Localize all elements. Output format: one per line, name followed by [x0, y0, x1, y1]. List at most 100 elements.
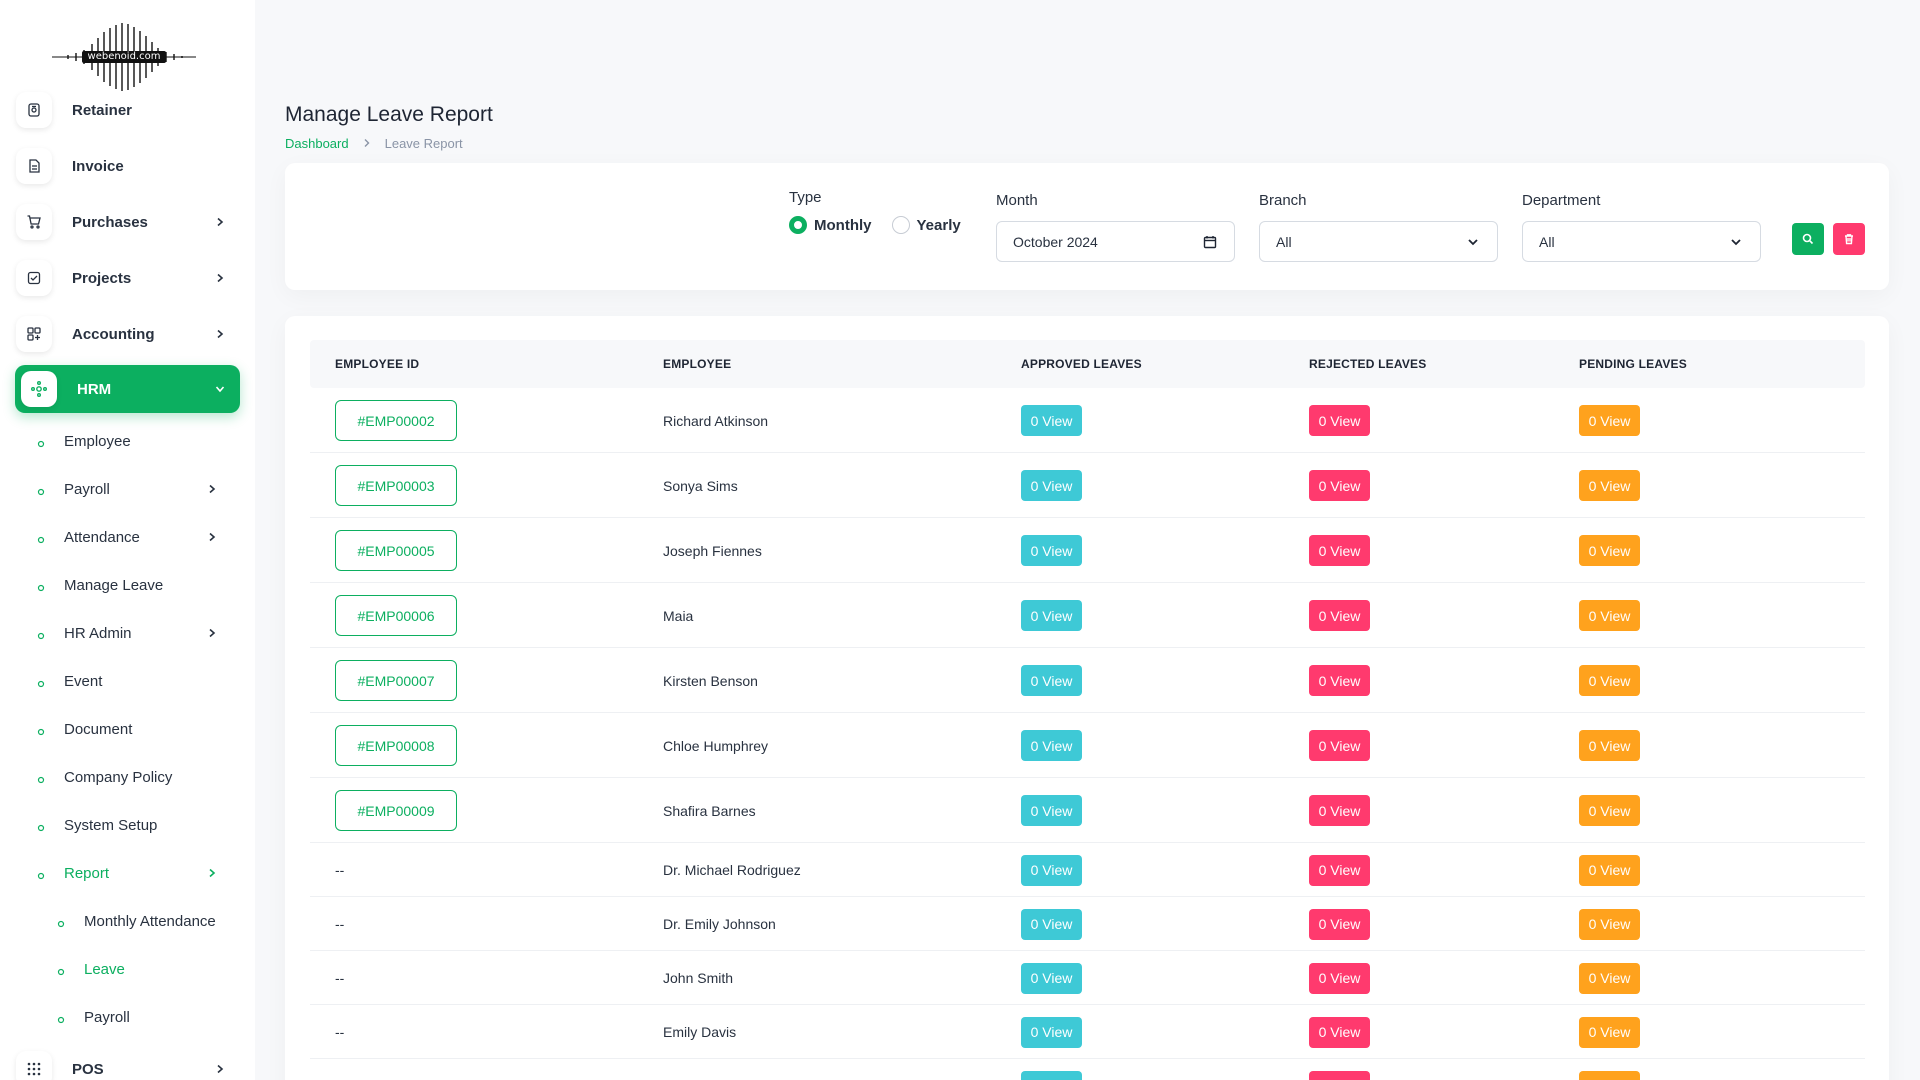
- radio-unchecked-icon[interactable]: [891, 216, 910, 234]
- sidebar-subitem-document[interactable]: Document: [36, 713, 236, 745]
- table-cell: --: [335, 951, 344, 1005]
- sidebar-item-invoice[interactable]: Invoice: [16, 143, 240, 189]
- table-cell: 0 View: [1579, 897, 1640, 951]
- sidebar-item-retainer[interactable]: Retainer: [16, 87, 240, 133]
- sidebar-subitem-payroll[interactable]: Payroll: [36, 473, 236, 505]
- page-title: Manage Leave Report: [285, 103, 493, 126]
- rejected-leaves-badge[interactable]: 0 View: [1309, 405, 1370, 436]
- sidebar-item-projects[interactable]: Projects: [16, 255, 240, 301]
- employee-id-button[interactable]: #EMP00009: [335, 790, 457, 831]
- table-row: -- Emily Davis 0 View 0 View 0 View: [310, 1005, 1865, 1059]
- radio-yearly[interactable]: Yearly: [891, 216, 961, 234]
- employee-id-text: --: [335, 916, 345, 932]
- sidebar-subitem-event[interactable]: Event: [36, 665, 236, 697]
- approved-leaves-badge[interactable]: 0 View: [1021, 962, 1082, 994]
- pending-leaves-badge[interactable]: 0 View: [1579, 600, 1640, 631]
- approved-leaves-badge[interactable]: 0 View: [1021, 600, 1082, 631]
- approved-leaves-badge[interactable]: [1021, 1071, 1082, 1080]
- column-header: REJECTED LEAVES: [1309, 357, 1427, 371]
- table-cell: 0 View: [1021, 778, 1082, 843]
- chevron-right-icon: [212, 214, 228, 230]
- pending-leaves-badge[interactable]: 0 View: [1579, 730, 1640, 761]
- sidebar-subitem-leave[interactable]: Leave: [56, 953, 236, 985]
- rejected-leaves-badge[interactable]: 0 View: [1309, 730, 1370, 761]
- table-cell: 0 View: [1021, 713, 1082, 778]
- approved-leaves-badge[interactable]: 0 View: [1021, 665, 1082, 696]
- rejected-leaves-badge[interactable]: 0 View: [1309, 908, 1370, 940]
- sidebar-item-pos[interactable]: POS: [16, 1046, 240, 1080]
- rejected-leaves-badge[interactable]: 0 View: [1309, 665, 1370, 696]
- calendar-icon[interactable]: [1202, 234, 1218, 250]
- rejected-leaves-badge[interactable]: 0 View: [1309, 600, 1370, 631]
- pending-leaves-badge[interactable]: 0 View: [1579, 908, 1640, 940]
- breadcrumb: Dashboard Leave Report: [285, 136, 463, 151]
- approved-leaves-badge[interactable]: 0 View: [1021, 405, 1082, 436]
- invoice-icon: [16, 148, 52, 184]
- employee-id-button[interactable]: #EMP00003: [335, 465, 457, 506]
- radio-monthly[interactable]: Monthly: [789, 216, 872, 234]
- sidebar-subitem-monthly-attendance[interactable]: Monthly Attendance: [56, 905, 236, 937]
- employee-id-button[interactable]: #EMP00007: [335, 660, 457, 701]
- pending-leaves-badge[interactable]: 0 View: [1579, 405, 1640, 436]
- approved-leaves-badge[interactable]: 0 View: [1021, 535, 1082, 566]
- sidebar-subitem-employee[interactable]: Employee: [36, 425, 236, 457]
- table-cell: Shafira Barnes: [663, 778, 756, 843]
- table-cell: Kirsten Benson: [663, 648, 758, 713]
- pending-leaves-badge[interactable]: 0 View: [1579, 470, 1640, 501]
- rejected-leaves-badge[interactable]: 0 View: [1309, 1016, 1370, 1048]
- sidebar-subitem-hr-admin[interactable]: HR Admin: [36, 617, 236, 649]
- department-select[interactable]: All: [1522, 221, 1761, 262]
- branch-select[interactable]: All: [1259, 221, 1498, 262]
- pending-leaves-badge[interactable]: [1579, 1071, 1640, 1080]
- sidebar-subitem-report[interactable]: Report: [36, 857, 236, 889]
- rejected-leaves-badge[interactable]: 0 View: [1309, 962, 1370, 994]
- month-input[interactable]: October 2024: [996, 221, 1235, 262]
- table-cell: 0 View: [1021, 453, 1082, 518]
- type-label: Type: [789, 189, 822, 206]
- radio-checked-icon[interactable]: [789, 216, 807, 234]
- approved-leaves-badge[interactable]: 0 View: [1021, 854, 1082, 886]
- approved-leaves-badge[interactable]: 0 View: [1021, 1016, 1082, 1048]
- approved-leaves-badge[interactable]: 0 View: [1021, 730, 1082, 761]
- rejected-leaves-badge[interactable]: 0 View: [1309, 470, 1370, 501]
- approved-leaves-badge[interactable]: 0 View: [1021, 470, 1082, 501]
- reset-button[interactable]: [1833, 223, 1865, 255]
- breadcrumb-dashboard-link[interactable]: Dashboard: [285, 136, 349, 151]
- bullet-icon: [36, 628, 46, 640]
- pending-leaves-badge[interactable]: 0 View: [1579, 1016, 1640, 1048]
- sidebar-subitem-company-policy[interactable]: Company Policy: [36, 761, 236, 793]
- pending-leaves-badge[interactable]: 0 View: [1579, 854, 1640, 886]
- employee-id-button[interactable]: #EMP00005: [335, 530, 457, 571]
- search-button[interactable]: [1792, 223, 1824, 255]
- table-cell: 0 View: [1021, 897, 1082, 951]
- employee-name: Emily Davis: [663, 1024, 737, 1040]
- column-header: EMPLOYEE: [663, 357, 732, 371]
- approved-leaves-badge[interactable]: 0 View: [1021, 795, 1082, 826]
- sidebar-subitem-manage-leave[interactable]: Manage Leave: [36, 569, 236, 601]
- sidebar-item-hrm[interactable]: HRM: [15, 365, 240, 413]
- sidebar-item-purchases[interactable]: Purchases: [16, 199, 240, 245]
- table-cell: Chloe Humphrey: [663, 713, 768, 778]
- brand-logo[interactable]: webenoid.com: [48, 22, 200, 92]
- sidebar-subitem-label: Document: [64, 720, 133, 738]
- approved-leaves-badge[interactable]: 0 View: [1021, 908, 1082, 940]
- pending-leaves-badge[interactable]: 0 View: [1579, 962, 1640, 994]
- sidebar-item-accounting[interactable]: Accounting: [16, 311, 240, 357]
- month-value: October 2024: [1013, 233, 1098, 250]
- employee-id-button[interactable]: #EMP00006: [335, 595, 457, 636]
- employee-id-button[interactable]: #EMP00002: [335, 400, 457, 441]
- sidebar-subitem-payroll-report[interactable]: Payroll: [56, 1001, 236, 1033]
- table-row: #EMP00006 Maia 0 View 0 View 0 View: [310, 583, 1865, 648]
- pending-leaves-badge[interactable]: 0 View: [1579, 665, 1640, 696]
- rejected-leaves-badge[interactable]: 0 View: [1309, 854, 1370, 886]
- sidebar-subitem-system-setup[interactable]: System Setup: [36, 809, 236, 841]
- rejected-leaves-badge[interactable]: 0 View: [1309, 535, 1370, 566]
- table-cell: 0 View: [1021, 648, 1082, 713]
- employee-id-button[interactable]: #EMP00008: [335, 725, 457, 766]
- sidebar-item-label: Invoice: [72, 157, 124, 175]
- pending-leaves-badge[interactable]: 0 View: [1579, 535, 1640, 566]
- rejected-leaves-badge[interactable]: [1309, 1071, 1370, 1080]
- sidebar-subitem-attendance[interactable]: Attendance: [36, 521, 236, 553]
- rejected-leaves-badge[interactable]: 0 View: [1309, 795, 1370, 826]
- pending-leaves-badge[interactable]: 0 View: [1579, 795, 1640, 826]
